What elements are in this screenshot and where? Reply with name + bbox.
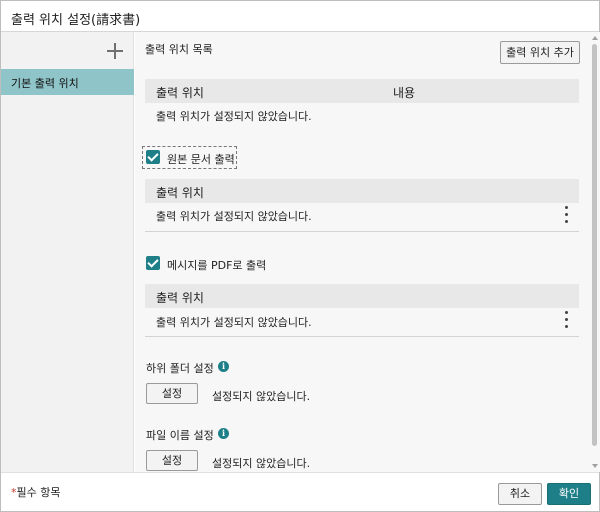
more-options-icon[interactable]: [565, 311, 569, 329]
sidebar-item-label: 기본 출력 위치: [11, 77, 79, 90]
output-list-header: 출력 위치 내용: [145, 79, 579, 103]
plus-icon[interactable]: [107, 43, 123, 59]
subfolder-settings-button[interactable]: 설정: [146, 383, 198, 404]
dialog-title: 출력 위치 설정(請求書): [1, 1, 599, 32]
output-list-label: 출력 위치 목록: [145, 43, 213, 56]
subfolder-settings-label: 하위 폴더 설정: [146, 362, 214, 375]
info-icon[interactable]: i: [218, 428, 229, 439]
add-output-location-button[interactable]: 출력 위치 추가: [500, 41, 580, 64]
original-output-header: 출력 위치: [145, 179, 579, 203]
filename-settings-label: 파일 이름 설정: [146, 429, 214, 442]
vertical-scrollbar[interactable]: [589, 32, 600, 472]
pdf-output-label: 메시지를 PDF로 출력: [167, 259, 267, 272]
divider: [145, 231, 579, 232]
original-output-checkbox[interactable]: [146, 150, 160, 164]
scrollbar-thumb[interactable]: [592, 44, 597, 446]
sidebar: 기본 출력 위치: [1, 32, 134, 472]
filename-status-text: 설정되지 않았습니다.: [212, 457, 311, 470]
info-icon[interactable]: i: [218, 361, 229, 372]
output-location-dialog: 출력 위치 설정(請求書) 기본 출력 위치 출력 위치 목록 출력 위치 추가…: [0, 0, 600, 512]
required-fields-note: *필수 항목: [11, 484, 60, 500]
dialog-footer: *필수 항목 취소 확인: [1, 472, 599, 511]
ok-button[interactable]: 확인: [547, 483, 591, 505]
output-list-empty-text: 출력 위치가 설정되지 않았습니다.: [156, 110, 312, 123]
pdf-output-header: 출력 위치: [145, 284, 579, 308]
column-output-location: 출력 위치: [156, 291, 204, 305]
subfolder-status-text: 설정되지 않았습니다.: [212, 390, 311, 403]
pdf-output-empty-text: 출력 위치가 설정되지 않았습니다.: [156, 316, 312, 329]
scroll-down-icon[interactable]: [592, 464, 598, 468]
main-panel: 출력 위치 목록 출력 위치 추가 출력 위치 내용 출력 위치가 설정되지 않…: [135, 32, 589, 472]
sidebar-item-default-output[interactable]: 기본 출력 위치: [1, 69, 134, 95]
divider: [145, 336, 579, 337]
more-options-icon[interactable]: [565, 206, 569, 224]
required-label: 필수 항목: [16, 486, 61, 499]
cancel-button[interactable]: 취소: [498, 483, 542, 505]
column-output-location: 출력 위치: [156, 186, 204, 200]
column-output-location: 출력 위치: [156, 86, 204, 100]
column-content: 내용: [393, 86, 416, 100]
original-output-label: 원본 문서 출력: [167, 153, 235, 166]
original-output-empty-text: 출력 위치가 설정되지 않았습니다.: [156, 210, 312, 223]
scroll-up-icon[interactable]: [592, 36, 598, 40]
pdf-output-checkbox[interactable]: [146, 256, 160, 270]
filename-settings-button[interactable]: 설정: [146, 450, 198, 471]
